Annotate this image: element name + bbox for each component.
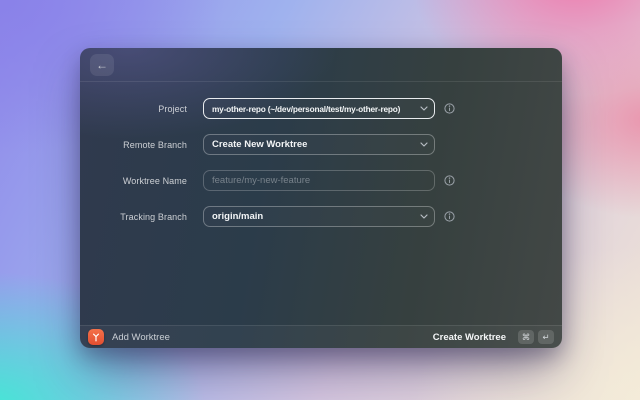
project-label: Project (80, 104, 187, 114)
info-icon[interactable] (444, 175, 455, 186)
tracking-branch-value: origin/main (212, 211, 263, 222)
chevron-down-icon (420, 214, 428, 219)
worktree-name-input[interactable] (203, 170, 435, 191)
remote-branch-select[interactable]: Create New Worktree (203, 134, 435, 155)
add-worktree-dialog: ← Project my-other-repo (~/dev/personal/… (80, 48, 562, 348)
dialog-footer: Add Worktree Create Worktree ⌘ ↵ (80, 325, 562, 348)
remote-branch-label: Remote Branch (80, 140, 187, 150)
command-key-badge: ⌘ (518, 330, 534, 344)
tracking-branch-label: Tracking Branch (80, 212, 187, 222)
arrow-left-icon: ← (96, 58, 108, 72)
chevron-down-icon (420, 142, 428, 147)
chevron-down-icon (420, 106, 428, 111)
info-icon[interactable] (444, 103, 455, 114)
worktree-name-label: Worktree Name (80, 176, 187, 186)
return-key-badge: ↵ (538, 330, 554, 344)
create-worktree-button[interactable]: Create Worktree (433, 332, 506, 343)
remote-branch-row: Remote Branch Create New Worktree (80, 134, 562, 155)
remote-branch-value: Create New Worktree (212, 139, 307, 150)
app-title: Add Worktree (112, 332, 170, 343)
tracking-branch-select[interactable]: origin/main (203, 206, 435, 227)
project-row: Project my-other-repo (~/dev/personal/te… (80, 98, 562, 119)
back-button[interactable]: ← (90, 54, 114, 76)
project-select[interactable]: my-other-repo (~/dev/personal/test/my-ot… (203, 98, 435, 119)
dialog-header: ← (80, 48, 562, 82)
worktree-app-icon (88, 329, 104, 345)
info-icon[interactable] (444, 211, 455, 222)
tracking-branch-row: Tracking Branch origin/main (80, 206, 562, 227)
git-branch-icon (91, 332, 101, 342)
project-value: my-other-repo (~/dev/personal/test/my-ot… (212, 104, 400, 114)
worktree-form: Project my-other-repo (~/dev/personal/te… (80, 82, 562, 227)
worktree-name-row: Worktree Name (80, 170, 562, 191)
